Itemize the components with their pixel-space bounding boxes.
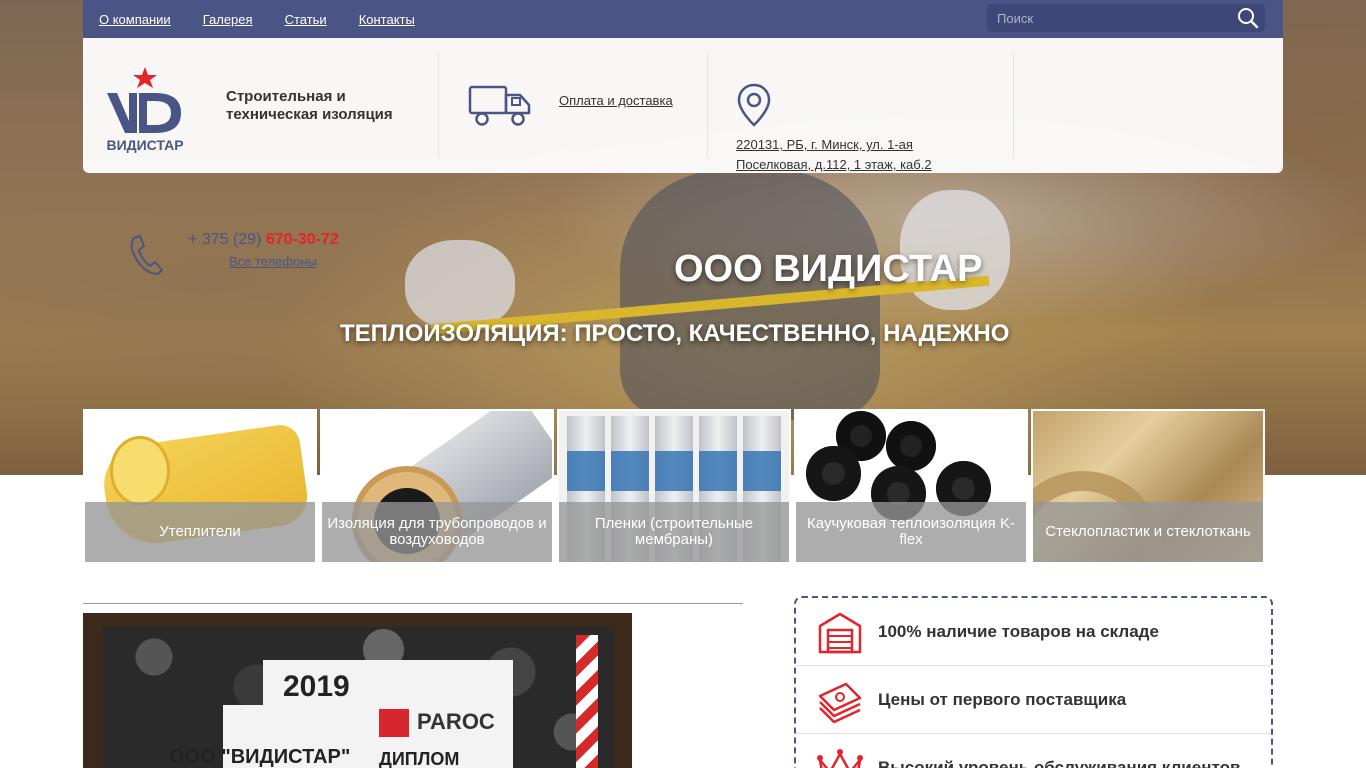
nav-link-about[interactable]: О компании <box>99 12 171 27</box>
search-icon[interactable] <box>1237 7 1259 34</box>
company-tagline: Строительная и техническая изоляция <box>226 88 393 123</box>
diploma-year: 2019 <box>283 670 350 703</box>
nav-link-contacts[interactable]: Контакты <box>359 12 415 27</box>
category-label: Каучуковая теплоизоляция K-flex <box>796 502 1026 562</box>
category-fiberglass[interactable]: Стеклопластик и стеклоткань <box>1031 409 1265 564</box>
phone-main: 670-30-72 <box>265 231 339 248</box>
top-navigation-bar: О компании Галерея Статьи Контакты <box>83 0 1283 38</box>
category-membranes[interactable]: Пленки (строительные мембраны) <box>557 409 791 564</box>
header-divider <box>438 53 439 158</box>
category-kflex[interactable]: Каучуковая теплоизоляция K-flex <box>794 409 1028 564</box>
header-divider <box>1013 53 1014 158</box>
diploma-title: ДИПЛОМ <box>379 749 460 768</box>
site-header: ВИДИСТАР Строительная и техническая изол… <box>83 38 1283 173</box>
feature-item: 100% наличие товаров на складе <box>796 598 1271 666</box>
nav-link-gallery[interactable]: Галерея <box>203 12 253 27</box>
hero-title: ООО ВИДИСТАР <box>674 248 983 290</box>
features-box: 100% наличие товаров на складе Цены от п… <box>794 596 1273 768</box>
category-grid: Утеплители Изоляция для трубопроводов и … <box>83 409 1266 564</box>
owens-corning-logo <box>379 709 409 737</box>
category-label: Утеплители <box>85 502 315 562</box>
category-label: Пленки (строительные мембраны) <box>559 502 789 562</box>
money-stack-icon <box>816 676 864 729</box>
search-box <box>987 4 1265 32</box>
company-logo[interactable]: ВИДИСТАР <box>95 53 195 153</box>
feature-text: Цены от первого поставщика <box>878 689 1127 709</box>
category-insulation[interactable]: Утеплители <box>83 409 317 564</box>
warehouse-icon <box>816 608 864 661</box>
feature-item: Высокий уровень обслуживания клиентов <box>796 734 1271 768</box>
delivery-link[interactable]: Оплата и доставка <box>559 93 673 108</box>
svg-text:ВИДИСТАР: ВИДИСТАР <box>106 137 183 153</box>
location-pin-icon <box>736 83 772 132</box>
category-pipe-insulation[interactable]: Изоляция для трубопроводов и воздуховодо… <box>320 409 554 564</box>
diploma-company: ООО "ВИДИСТАР" <box>169 746 351 768</box>
section-divider <box>83 603 743 604</box>
category-label: Изоляция для трубопроводов и воздуховодо… <box>322 502 552 562</box>
diploma-stripe <box>576 635 598 768</box>
phone-icon <box>128 234 164 281</box>
company-address[interactable]: 220131, РБ, г. Минск, ул. 1-ая Поселкова… <box>736 135 976 175</box>
diploma-photo[interactable]: 2019 PAROC ООО "ВИДИСТАР" ДИПЛОМ <box>83 613 632 768</box>
phone-prefix: + 375 (29) <box>188 231 266 248</box>
category-label: Стеклопластик и стеклоткань <box>1033 502 1263 562</box>
feature-text: 100% наличие товаров на складе <box>878 621 1159 641</box>
crown-icon <box>816 744 864 768</box>
feature-text: Высокий уровень обслуживания клиентов <box>878 757 1241 768</box>
truck-icon <box>468 83 532 134</box>
hero-subtitle: ТЕПЛОИЗОЛЯЦИЯ: ПРОСТО, КАЧЕСТВЕННО, НАДЕ… <box>340 320 1010 347</box>
feature-item: Цены от первого поставщика <box>796 666 1271 734</box>
search-input[interactable] <box>987 4 1227 32</box>
header-divider <box>707 53 708 158</box>
diploma-brand: PAROC <box>417 709 495 734</box>
nav-link-articles[interactable]: Статьи <box>285 12 327 27</box>
top-nav: О компании Галерея Статьи Контакты <box>99 0 415 38</box>
phone-number[interactable]: + 375 (29) 670-30-72 <box>188 231 339 249</box>
all-phones-link[interactable]: Все телефоны <box>229 254 317 269</box>
hero-glove-left <box>405 240 515 330</box>
